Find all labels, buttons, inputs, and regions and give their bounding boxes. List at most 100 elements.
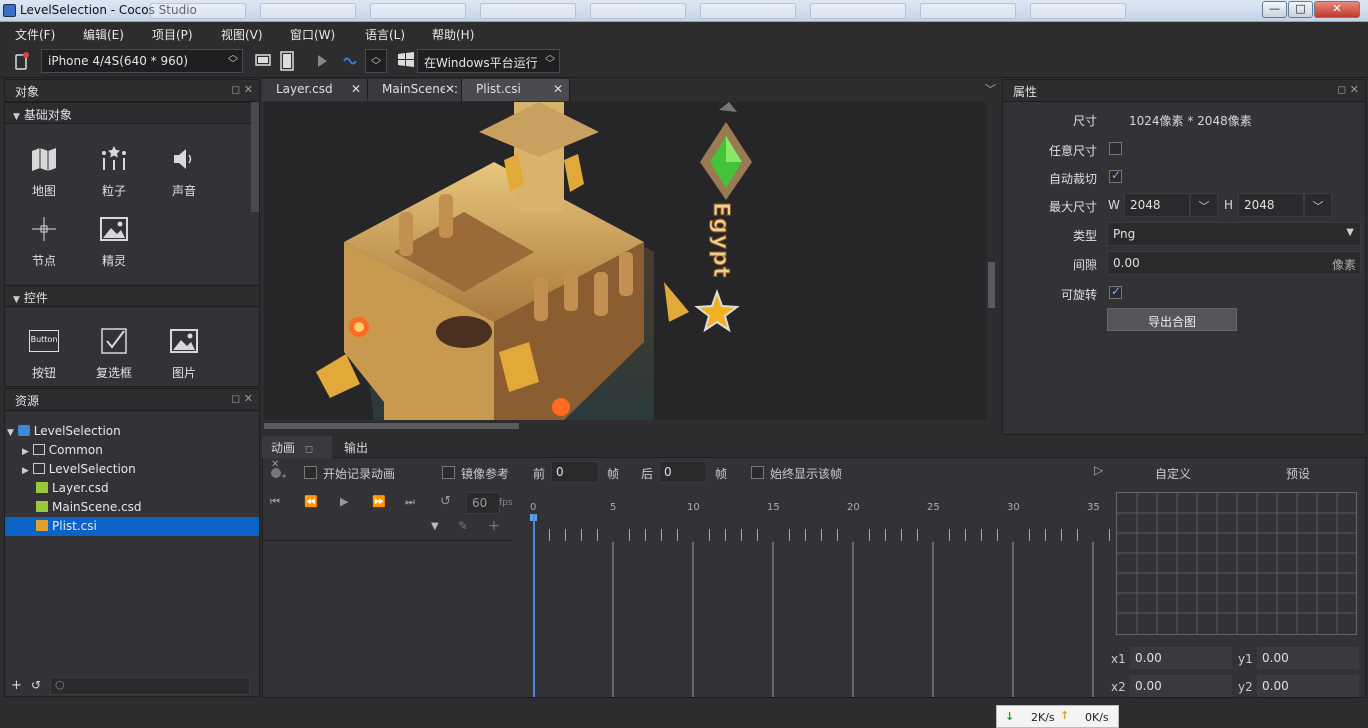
y2-input[interactable]: 0.00 bbox=[1257, 675, 1359, 697]
menu-language[interactable]: 语言(L) bbox=[365, 26, 405, 43]
object-map[interactable]: 地图 bbox=[19, 144, 69, 199]
timeline[interactable] bbox=[512, 490, 1112, 697]
sprite-sheet-canvas[interactable]: Egypt bbox=[264, 102, 986, 420]
tab-plist-csi[interactable]: Plist.csi ✕ bbox=[462, 79, 570, 101]
tree-item-folder-common[interactable]: ▶ Common bbox=[5, 441, 259, 460]
canvas-hscroll-thumb[interactable] bbox=[264, 423, 519, 429]
panel-float-close-icons[interactable]: ◻ ✕ bbox=[231, 392, 253, 405]
canvas-vscroll[interactable] bbox=[986, 102, 998, 420]
first-frame-icon[interactable]: ⏮ bbox=[270, 495, 280, 509]
type-select[interactable]: Png ▼ bbox=[1107, 222, 1361, 246]
curve-grid-lines bbox=[1117, 493, 1356, 634]
back-frames-input[interactable]: 0 bbox=[659, 461, 707, 483]
tabs-overflow-chevron-icon[interactable]: ﹀ bbox=[985, 81, 996, 97]
control-button[interactable]: Button 按钮 bbox=[19, 326, 69, 381]
control-image[interactable]: 图片 bbox=[159, 326, 209, 381]
refresh-icon[interactable]: ↺ bbox=[31, 678, 41, 692]
csi-file-icon bbox=[36, 520, 48, 531]
resource-search-input[interactable]: ○ bbox=[50, 677, 250, 695]
close-tab-icon[interactable]: ✕ bbox=[351, 82, 361, 96]
rotatable-checkbox[interactable] bbox=[1109, 284, 1122, 299]
gap-input[interactable]: 0.00 像素 bbox=[1107, 251, 1361, 275]
timeline-tick bbox=[1109, 529, 1110, 541]
x2-input[interactable]: 0.00 bbox=[1130, 675, 1232, 697]
device-select[interactable]: iPhone 4/4S(640 * 960) ︿ ﹀ bbox=[41, 49, 243, 73]
object-particle[interactable]: 粒子 bbox=[89, 144, 139, 199]
objects-scrollbar[interactable] bbox=[251, 102, 259, 212]
object-sound[interactable]: 声音 bbox=[159, 144, 209, 199]
easing-curve-grid[interactable] bbox=[1116, 492, 1357, 635]
close-tab-icon[interactable]: ✕ bbox=[553, 82, 563, 96]
loop-icon[interactable]: ↺ bbox=[440, 494, 451, 509]
add-keyframe-icon[interactable] bbox=[270, 465, 286, 481]
section-controls[interactable]: ▼ 控件 bbox=[5, 285, 259, 307]
tab-mainscene[interactable]: MainScene.c ✕ bbox=[368, 79, 462, 101]
tab-layer-csd[interactable]: Layer.csd ✕ bbox=[262, 79, 368, 101]
object-sprite[interactable]: 精灵 bbox=[89, 214, 139, 269]
rotate-device-icon[interactable] bbox=[10, 51, 32, 71]
control-checkbox[interactable]: 复选框 bbox=[89, 326, 139, 381]
image-icon bbox=[169, 326, 199, 356]
auto-crop-checkbox[interactable] bbox=[1109, 168, 1122, 183]
tree-item-project[interactable]: ▼ LevelSelection bbox=[5, 422, 259, 441]
tree-item-label: LevelSelection bbox=[33, 424, 121, 438]
x1-input[interactable]: 0.00 bbox=[1130, 647, 1232, 669]
add-resource-icon[interactable]: + bbox=[11, 678, 22, 693]
section-basic-objects[interactable]: ▼ 基础对象 bbox=[5, 102, 259, 124]
canvas-hscroll[interactable] bbox=[264, 421, 986, 431]
front-frames-input[interactable]: 0 bbox=[551, 461, 599, 483]
max-height-dropdown[interactable]: ﹀ bbox=[1304, 193, 1332, 217]
start-record-label: 开始记录动画 bbox=[323, 467, 396, 481]
maximize-button[interactable]: □ bbox=[1288, 1, 1313, 18]
tree-item-layer-csd[interactable]: Layer.csd bbox=[5, 479, 259, 498]
minimize-button[interactable]: — bbox=[1262, 1, 1287, 18]
tree-item-plist-csi[interactable]: Plist.csi bbox=[5, 517, 259, 536]
y1-input[interactable]: 0.00 bbox=[1257, 647, 1359, 669]
cocos-icon[interactable] bbox=[340, 51, 360, 71]
max-height-input[interactable]: 2048 bbox=[1238, 193, 1304, 217]
any-size-checkbox[interactable] bbox=[1109, 142, 1122, 155]
menu-project[interactable]: 项目(P) bbox=[152, 26, 193, 43]
tab-output[interactable]: 输出 bbox=[344, 439, 368, 456]
play-preview-icon[interactable]: ▷ bbox=[1094, 463, 1103, 477]
landscape-icon[interactable] bbox=[254, 51, 272, 71]
close-window-button[interactable]: ✕ bbox=[1314, 1, 1360, 18]
object-node[interactable]: 节点 bbox=[19, 214, 69, 269]
play-icon[interactable] bbox=[314, 51, 330, 71]
play-anim-icon[interactable]: ▶ bbox=[340, 495, 348, 508]
pencil-icon[interactable]: ✎ bbox=[458, 519, 468, 533]
start-record-checkbox[interactable] bbox=[304, 466, 317, 479]
portrait-icon[interactable] bbox=[278, 51, 296, 71]
type-label: 类型 bbox=[1072, 229, 1097, 243]
last-frame-icon[interactable]: ⏭ bbox=[405, 495, 415, 509]
custom-tab[interactable]: 自定义 bbox=[1155, 465, 1191, 482]
menu-view[interactable]: 视图(V) bbox=[221, 26, 263, 43]
always-show-checkbox[interactable] bbox=[751, 466, 764, 479]
run-platform-select[interactable]: 在Windows平台运行 ︿ ﹀ bbox=[417, 49, 560, 73]
preset-tab[interactable]: 预设 bbox=[1286, 465, 1310, 482]
menu-help[interactable]: 帮助(H) bbox=[432, 26, 474, 43]
menu-edit[interactable]: 编辑(E) bbox=[83, 26, 124, 43]
taskbar-ghost bbox=[260, 3, 356, 19]
fps-input[interactable]: 60 bbox=[466, 492, 500, 514]
tab-animation[interactable]: 动画 ◻ ✕ bbox=[262, 436, 332, 470]
prev-frame-icon[interactable]: ⏪ bbox=[304, 495, 318, 508]
next-frame-icon[interactable]: ⏩ bbox=[372, 495, 386, 508]
max-width-dropdown[interactable]: ﹀ bbox=[1190, 193, 1218, 217]
tree-item-mainscene-csd[interactable]: MainScene.csd bbox=[5, 498, 259, 517]
filter-dropdown-icon[interactable]: ▼ bbox=[431, 521, 439, 532]
panel-float-close-icons[interactable]: ◻ ✕ bbox=[1337, 83, 1359, 96]
cocos-dropdown[interactable]: ︿ ﹀ bbox=[365, 49, 387, 73]
csd-file-icon bbox=[36, 501, 48, 512]
panel-float-close-icons[interactable]: ◻ ✕ bbox=[231, 83, 253, 96]
add-track-icon[interactable]: + bbox=[488, 518, 500, 534]
menu-window[interactable]: 窗口(W) bbox=[290, 26, 335, 43]
max-width-input[interactable]: 2048 bbox=[1124, 193, 1190, 217]
canvas-vscroll-thumb[interactable] bbox=[988, 262, 995, 308]
menu-file[interactable]: 文件(F) bbox=[15, 26, 55, 43]
close-tab-icon[interactable]: ✕ bbox=[444, 82, 455, 96]
tree-item-folder-levelselection[interactable]: ▶ LevelSelection bbox=[5, 460, 259, 479]
tree-item-label: Common bbox=[48, 443, 103, 457]
mirror-checkbox[interactable] bbox=[442, 466, 455, 479]
export-sprite-sheet-button[interactable]: 导出合图 bbox=[1107, 308, 1237, 331]
